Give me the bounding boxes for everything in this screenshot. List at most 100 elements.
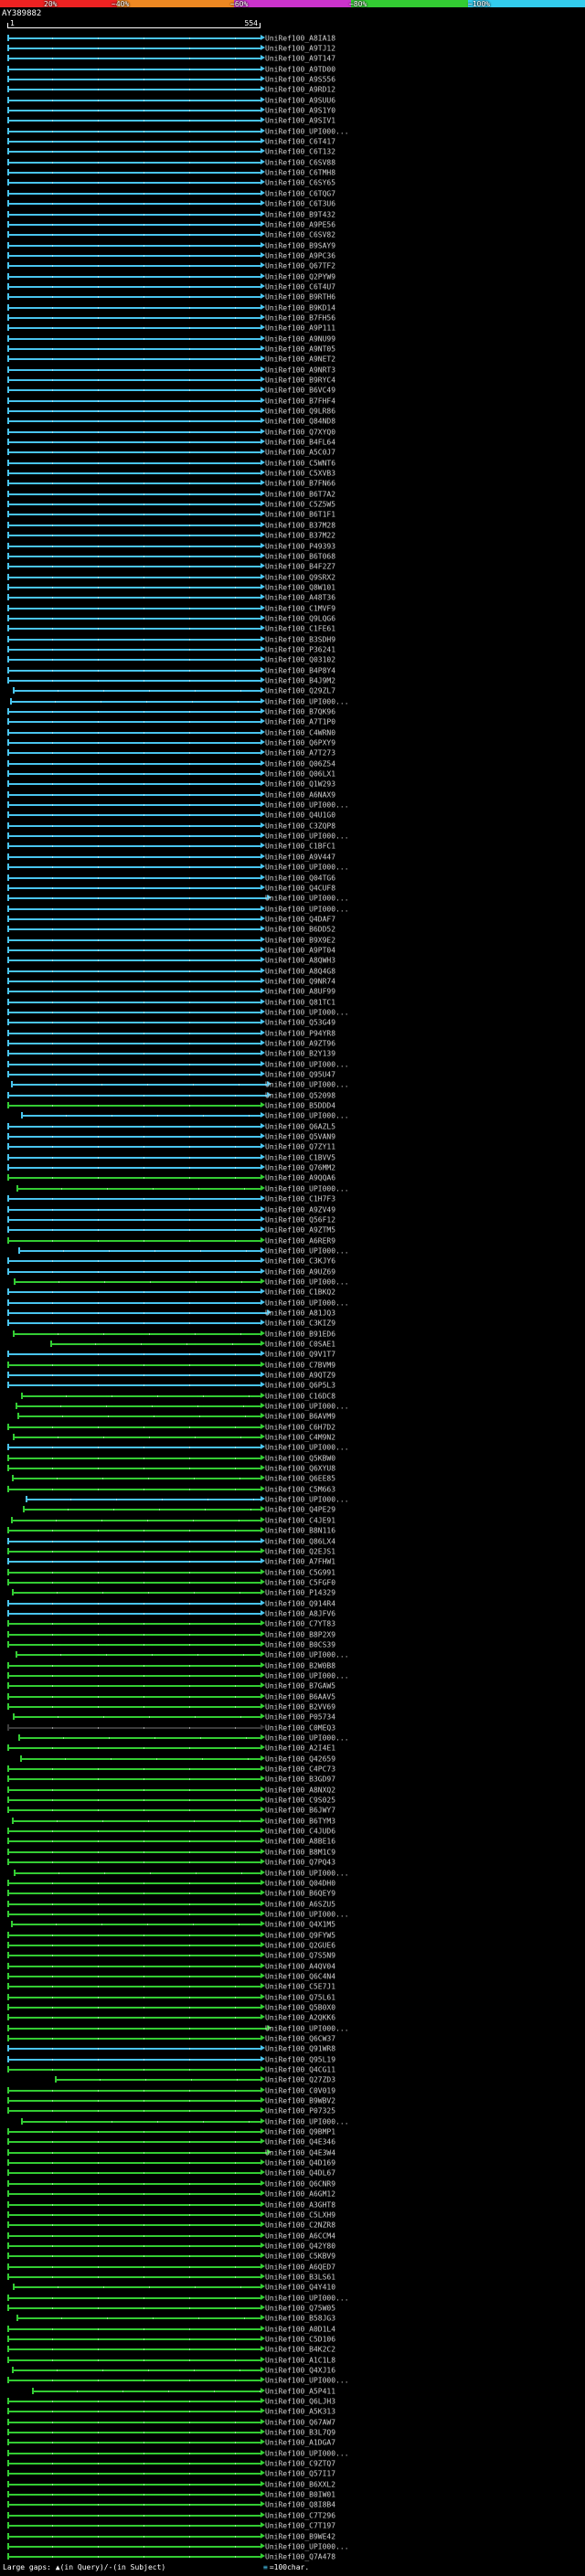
hit-bar[interactable] <box>7 2460 265 2467</box>
hit-bar[interactable] <box>7 2511 265 2518</box>
hit-label[interactable]: UniRef100_Q52098 <box>265 1091 335 1099</box>
hit-label[interactable]: UniRef100_B2Y139 <box>265 1050 335 1058</box>
hit-label[interactable]: UniRef100_C6T132 <box>265 148 335 156</box>
hit-label[interactable]: UniRef100_A9ZV49 <box>265 1205 335 1214</box>
hit-label[interactable]: UniRef100_Q6P5L3 <box>265 1382 335 1390</box>
hit-bar[interactable] <box>7 1807 265 1814</box>
hit-bar[interactable] <box>7 2179 265 2187</box>
hit-bar[interactable] <box>7 387 265 394</box>
hit-label[interactable]: UniRef100_B7FH56 <box>265 313 335 322</box>
hit-label[interactable]: UniRef100_A6GM12 <box>265 2190 335 2199</box>
hit-bar[interactable] <box>23 1506 265 1513</box>
hit-label[interactable]: UniRef100_C6SV88 <box>265 158 335 166</box>
hit-label[interactable]: UniRef100_A7T1P0 <box>265 718 335 726</box>
hit-bar[interactable] <box>7 2398 265 2405</box>
hit-label[interactable]: UniRef100_Q4E3W4 <box>265 2148 335 2157</box>
hit-label[interactable]: UniRef100_B6AAV5 <box>265 1692 335 1701</box>
hit-bar[interactable] <box>20 1112 265 1119</box>
hit-label[interactable]: UniRef100_A9NET2 <box>265 355 335 364</box>
hit-label[interactable]: UniRef100_Q75L61 <box>265 1993 335 2001</box>
hit-bar[interactable] <box>7 2470 265 2477</box>
hit-label[interactable]: UniRef100_UPI000... <box>265 2294 349 2302</box>
hit-label[interactable]: UniRef100_Q4CUF8 <box>265 884 335 892</box>
hit-label[interactable]: UniRef100_B4F2Z7 <box>265 563 335 571</box>
hit-label[interactable]: UniRef100_UPI000... <box>265 1112 349 1120</box>
hit-label[interactable]: UniRef100_C9ZTQ7 <box>265 2460 335 2468</box>
hit-bar[interactable] <box>7 542 265 549</box>
hit-label[interactable]: UniRef100_B7GAW5 <box>265 1682 335 1691</box>
hit-bar[interactable] <box>7 2532 265 2539</box>
hit-bar[interactable] <box>7 76 265 83</box>
hit-label[interactable]: UniRef100_Q7ZY11 <box>265 1143 335 1151</box>
hit-label[interactable]: UniRef100_UPI000... <box>265 1496 349 1504</box>
hit-label[interactable]: UniRef100_C4M9N2 <box>265 1434 335 1442</box>
hit-bar[interactable] <box>7 511 265 518</box>
hit-bar[interactable] <box>7 2418 265 2425</box>
hit-label[interactable]: UniRef100_UPI000... <box>265 127 349 135</box>
hit-label[interactable]: UniRef100_C6T4U7 <box>265 282 335 291</box>
hit-bar[interactable] <box>7 1351 265 1358</box>
hit-bar[interactable] <box>7 2097 265 2104</box>
hit-bar[interactable] <box>7 449 265 456</box>
hit-bar[interactable] <box>7 45 265 52</box>
hit-label[interactable]: UniRef100_Q2PYW9 <box>265 272 335 281</box>
hit-bar[interactable] <box>7 998 265 1005</box>
hit-bar[interactable] <box>7 1122 265 1129</box>
hit-label[interactable]: UniRef100_Q29ZL7 <box>265 687 335 695</box>
hit-bar[interactable] <box>7 355 265 363</box>
hit-label[interactable]: UniRef100_Q4X1M5 <box>265 1921 335 1929</box>
hit-bar[interactable] <box>11 1817 265 1824</box>
hit-label[interactable]: UniRef100_A8Q4G8 <box>265 967 335 975</box>
hit-label[interactable]: UniRef100_C5D106 <box>265 2335 335 2343</box>
hit-bar[interactable] <box>7 728 265 736</box>
hit-bar[interactable] <box>7 957 265 964</box>
hit-label[interactable]: UniRef100_B2VV69 <box>265 1703 335 1712</box>
hit-label[interactable]: UniRef100_Q06Z54 <box>265 759 335 768</box>
hit-bar[interactable] <box>7 2086 265 2094</box>
hit-label[interactable]: UniRef100_UPI000... <box>265 2542 349 2550</box>
hit-label[interactable]: UniRef100_UPI000... <box>265 1081 349 1089</box>
hit-bar[interactable] <box>7 1008 265 1015</box>
hit-bar[interactable] <box>7 262 265 270</box>
hit-label[interactable]: UniRef100_A9PC36 <box>265 251 335 260</box>
hit-bar[interactable] <box>16 1413 265 1420</box>
hit-label[interactable]: UniRef100_Q67TF2 <box>265 262 335 270</box>
hit-bar[interactable] <box>7 2263 265 2270</box>
hit-label[interactable]: UniRef100_B91ED6 <box>265 1330 335 1338</box>
hit-bar[interactable] <box>7 2242 265 2249</box>
hit-label[interactable]: UniRef100_C16DC8 <box>265 1392 335 1400</box>
hit-bar[interactable] <box>7 2253 265 2260</box>
hit-label[interactable]: UniRef100_Q56F12 <box>265 1215 335 1224</box>
hit-label[interactable]: UniRef100_UPI000... <box>265 1060 349 1068</box>
hit-label[interactable]: UniRef100_B6T068 <box>265 552 335 560</box>
hit-bar[interactable] <box>10 1516 265 1523</box>
hit-bar[interactable] <box>7 1786 265 1793</box>
hit-bar[interactable] <box>7 2356 265 2363</box>
hit-bar[interactable] <box>7 645 265 652</box>
hit-bar[interactable] <box>7 1776 265 1783</box>
hit-label[interactable]: UniRef100_Q04TG6 <box>265 874 335 882</box>
hit-bar[interactable] <box>7 1444 265 1451</box>
hit-bar[interactable] <box>7 635 265 642</box>
hit-label[interactable]: UniRef100_A8IA18 <box>265 34 335 42</box>
hit-label[interactable]: UniRef100_Q6CNR9 <box>265 2179 335 2188</box>
hit-label[interactable]: UniRef100_UPI000... <box>265 801 349 810</box>
hit-label[interactable]: UniRef100_B9KD14 <box>265 303 335 312</box>
hit-bar[interactable] <box>7 1236 265 1244</box>
hit-label[interactable]: UniRef100_C4WRN0 <box>265 728 335 737</box>
hit-bar[interactable] <box>7 397 265 404</box>
hit-bar[interactable] <box>7 811 265 819</box>
hit-bar[interactable] <box>7 573 265 580</box>
hit-bar[interactable] <box>7 563 265 570</box>
hit-label[interactable]: UniRef100_Q8W101 <box>265 583 335 591</box>
hit-label[interactable]: UniRef100_B9WBV2 <box>265 2097 335 2105</box>
hit-bar[interactable] <box>7 127 265 134</box>
hit-label[interactable]: UniRef100_B6AVM9 <box>265 1413 335 1421</box>
hit-label[interactable]: UniRef100_B37M28 <box>265 521 335 529</box>
hit-bar[interactable] <box>7 313 265 321</box>
hit-bar[interactable] <box>7 1879 265 1886</box>
hit-label[interactable]: UniRef100_Q95U47 <box>265 1071 335 1079</box>
hit-label[interactable]: UniRef100_Q4DAF7 <box>265 915 335 923</box>
hit-label[interactable]: UniRef100_B6T7A2 <box>265 490 335 498</box>
hit-label[interactable]: UniRef100_A6RER9 <box>265 1236 335 1245</box>
